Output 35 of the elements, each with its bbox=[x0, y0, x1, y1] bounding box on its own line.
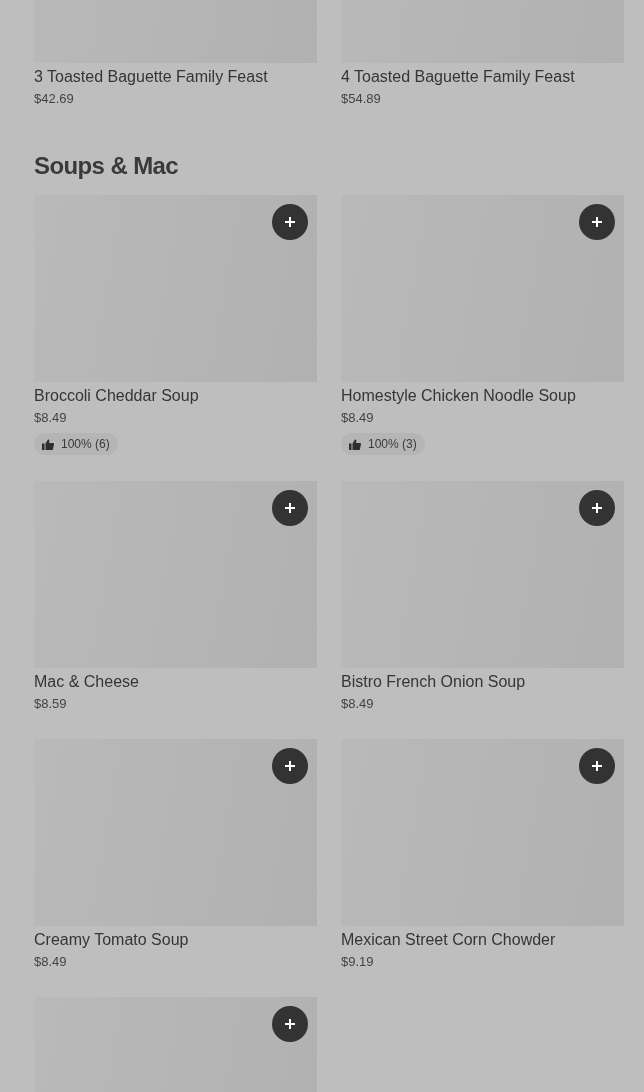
item-name: Mac & Cheese bbox=[34, 672, 140, 692]
item-price: $9.19 bbox=[341, 953, 375, 971]
thumbs-up-icon bbox=[349, 438, 361, 450]
add-button[interactable] bbox=[579, 204, 615, 240]
plus-icon bbox=[284, 502, 296, 514]
plus-icon bbox=[284, 1018, 296, 1030]
item-name: Broccoli Cheddar Soup bbox=[34, 386, 200, 406]
item-name: 3 Toasted Baguette Family Feast bbox=[34, 67, 269, 87]
add-button[interactable] bbox=[579, 748, 615, 784]
item-price: $8.49 bbox=[341, 409, 375, 427]
add-button[interactable] bbox=[272, 1006, 308, 1042]
plus-icon bbox=[591, 760, 603, 772]
item-price: $8.59 bbox=[34, 695, 68, 713]
item-price: $8.49 bbox=[341, 695, 375, 713]
item-name: Creamy Tomato Soup bbox=[34, 930, 190, 950]
plus-icon bbox=[591, 502, 603, 514]
plus-icon bbox=[591, 216, 603, 228]
item-name: Mexican Street Corn Chowder bbox=[341, 930, 557, 950]
item-price: $54.89 bbox=[341, 90, 382, 108]
section-heading: Soups & Mac bbox=[34, 152, 180, 180]
plus-icon bbox=[284, 760, 296, 772]
add-button[interactable] bbox=[272, 490, 308, 526]
thumbs-up-icon bbox=[42, 438, 54, 450]
item-price: $8.49 bbox=[34, 409, 68, 427]
plus-icon bbox=[284, 216, 296, 228]
item-name: 4 Toasted Baguette Family Feast bbox=[341, 67, 576, 87]
item-price: $42.69 bbox=[34, 90, 75, 108]
item-name: Homestyle Chicken Noodle Soup bbox=[341, 386, 577, 406]
rating-text: 100% (6) bbox=[61, 437, 110, 451]
rating-text: 100% (3) bbox=[368, 437, 417, 451]
add-button[interactable] bbox=[272, 748, 308, 784]
item-name: Bistro French Onion Soup bbox=[341, 672, 527, 692]
add-button[interactable] bbox=[579, 490, 615, 526]
add-button[interactable] bbox=[272, 204, 308, 240]
item-price: $8.49 bbox=[34, 953, 68, 971]
